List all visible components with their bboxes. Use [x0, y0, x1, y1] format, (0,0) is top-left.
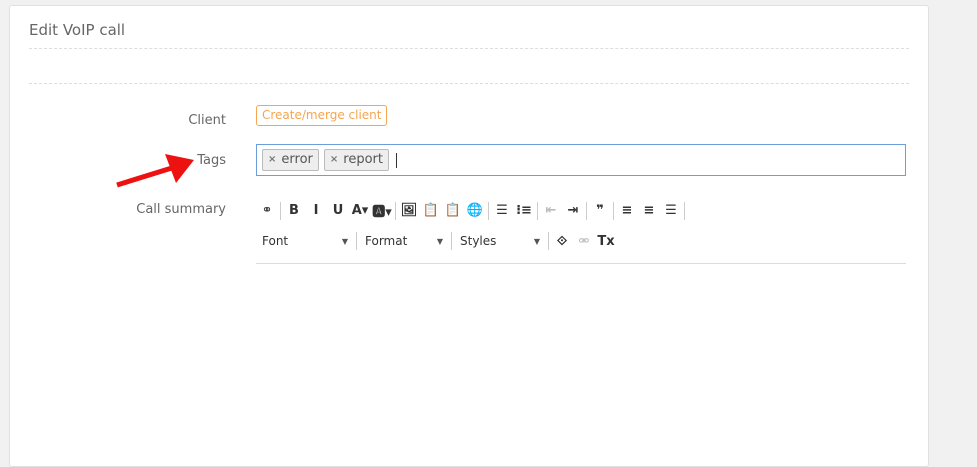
toolbar-separator [488, 201, 489, 220]
bulleted-list-icon[interactable]: ⁝≡ [513, 203, 535, 218]
styles-dropdown-label: Styles [460, 234, 497, 248]
styles-dropdown[interactable]: Styles ▼ [454, 234, 546, 248]
align-left-icon[interactable]: ≡ [616, 203, 638, 218]
tag-label: error [281, 152, 313, 167]
tag-chip: × report [323, 149, 389, 171]
font-dropdown[interactable]: Font ▼ [256, 234, 354, 248]
toolbar-separator [395, 201, 396, 220]
create-merge-client-button[interactable]: Create/merge client [256, 105, 388, 126]
page-title: Edit VoIP call [29, 21, 126, 39]
editor-toolbar-row-2: Font ▼ Format ▼ Styles ▼ ⟐ ⚮ Tx [256, 232, 617, 250]
image-icon[interactable]: 🖼 [398, 203, 420, 218]
format-dropdown-label: Format [365, 234, 408, 248]
toolbar-separator [586, 201, 587, 220]
bold-icon[interactable]: B [283, 203, 305, 218]
unlink-icon[interactable]: ⚮ [573, 234, 595, 249]
underline-icon[interactable]: U [327, 203, 349, 218]
align-center-icon[interactable]: ≡ [638, 203, 660, 218]
toolbar-separator [280, 201, 281, 220]
toolbar-separator [537, 201, 538, 220]
tag-chip: × error [262, 149, 319, 171]
outdent-icon[interactable]: ⇤ [540, 203, 562, 218]
format-dropdown[interactable]: Format ▼ [359, 234, 449, 248]
remove-tag-icon[interactable]: × [330, 150, 338, 170]
editor-divider [256, 263, 906, 264]
justify-icon[interactable]: ☰ [660, 203, 682, 218]
blockquote-icon[interactable]: ❞ [589, 203, 611, 218]
remove-format-icon[interactable]: Tx [595, 234, 617, 249]
divider [29, 83, 909, 84]
numbered-list-icon[interactable]: ☰ [491, 203, 513, 218]
toolbar-separator [684, 201, 685, 220]
toolbar-separator [613, 201, 614, 220]
red-arrow-annotation [116, 154, 194, 188]
background-color-icon[interactable]: 🅰▾ [371, 201, 393, 220]
link-icon[interactable]: ⚭ [256, 203, 278, 218]
paste-word-icon[interactable]: 📋 [442, 203, 464, 218]
globe-icon[interactable]: 🌐 [464, 203, 486, 218]
tag-label: report [343, 152, 383, 167]
indent-icon[interactable]: ⇥ [562, 203, 584, 218]
font-dropdown-label: Font [262, 234, 289, 248]
divider [29, 48, 909, 49]
chevron-down-icon: ▼ [533, 237, 540, 246]
call-summary-label: Call summary [136, 202, 226, 217]
source-icon[interactable]: ⟐ [551, 234, 573, 249]
italic-icon[interactable]: I [305, 203, 327, 218]
editor-toolbar-row-1: ⚭ B I U A▾ 🅰▾ 🖼 📋 📋 🌐 ☰ ⁝≡ ⇤ ⇥ ❞ ≡ ≡ ☰ [256, 201, 687, 220]
text-cursor [395, 152, 397, 168]
tags-input[interactable]: × error × report [256, 144, 906, 176]
toolbar-separator [548, 232, 549, 250]
paste-text-icon[interactable]: 📋 [420, 203, 442, 218]
chevron-down-icon: ▼ [436, 237, 443, 246]
chevron-down-icon: ▼ [341, 237, 348, 246]
toolbar-separator [356, 232, 357, 250]
client-label: Client [188, 113, 226, 128]
text-color-icon[interactable]: A▾ [349, 203, 371, 218]
remove-tag-icon[interactable]: × [268, 150, 276, 170]
toolbar-separator [451, 232, 452, 250]
